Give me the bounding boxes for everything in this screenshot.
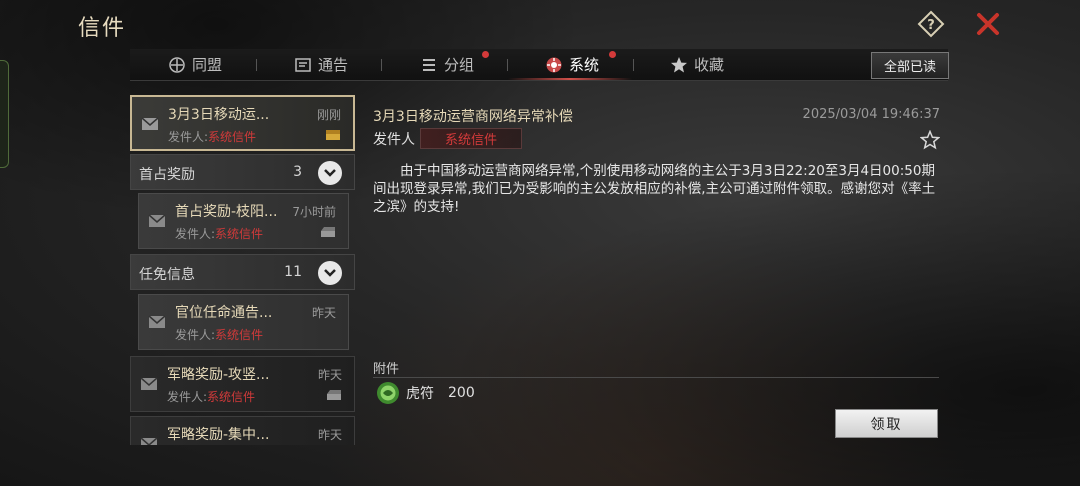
tab-divider [256, 59, 257, 71]
tab-label: 系统 [569, 56, 600, 74]
mail-item[interactable]: 军略奖励-集中... 昨天 [130, 416, 355, 445]
mail-sender: 发件人:系统信件 [167, 390, 256, 404]
chevron-down-icon[interactable] [318, 261, 342, 285]
tab-group[interactable]: 分组 [420, 49, 489, 80]
mail-time: 昨天 [317, 428, 342, 442]
tab-bar: 同盟 通告 分组 系统 收藏 [130, 49, 948, 81]
envelope-icon [141, 117, 159, 130]
mail-sender: 发件人:系统信件 [175, 328, 264, 342]
group-label: 首占奖励 [139, 167, 195, 183]
group-label: 任免信息 [139, 267, 195, 283]
tab-label: 同盟 [192, 56, 223, 74]
attachment-divider [373, 377, 939, 378]
close-button[interactable] [974, 10, 1002, 38]
alliance-emblem-icon [168, 56, 186, 74]
attachment-label: 附件 [373, 362, 400, 377]
tab-divider [381, 59, 382, 71]
opened-chest-icon [321, 227, 335, 237]
detail-subject: 3月3日移动运营商网络异常补偿 [373, 109, 573, 125]
mail-group-header[interactable]: 首占奖励 3 [130, 154, 355, 190]
tiger-tally-gem-icon [377, 382, 399, 404]
group-count: 3 [293, 164, 302, 180]
mail-group-header[interactable]: 任免信息 11 [130, 254, 355, 290]
notification-dot [609, 51, 616, 58]
group-count: 11 [284, 264, 302, 280]
question-diamond-icon: ? [917, 10, 945, 38]
detail-sender: 系统信件 [420, 128, 522, 149]
help-button[interactable]: ? [917, 10, 945, 38]
star-icon [670, 56, 688, 74]
mail-item[interactable]: 首占奖励-枝阳... 7小时前 发件人:系统信件 [138, 193, 349, 249]
attachment-quantity: 200 [448, 385, 475, 401]
envelope-icon [148, 315, 166, 328]
tab-divider [633, 59, 634, 71]
read-all-button[interactable]: 全部已读 [871, 52, 949, 79]
detail-body: 由于中国移动运营商网络异常,个别使用移动网络的主公于3月3日22:20至3月4日… [373, 163, 936, 215]
mail-time: 昨天 [317, 368, 342, 382]
notice-board-icon [294, 56, 312, 74]
side-drawer-handle[interactable] [0, 60, 9, 168]
tab-label: 收藏 [694, 56, 725, 74]
detail-timestamp: 2025/03/04 19:46:37 [802, 107, 940, 122]
favorite-star-icon[interactable] [920, 130, 940, 150]
tab-system[interactable]: 系统 [545, 49, 616, 80]
envelope-icon [148, 214, 166, 227]
mail-item[interactable]: 3月3日移动运... 刚刚 发件人:系统信件 [130, 95, 355, 151]
opened-chest-icon [327, 390, 341, 400]
tab-alliance[interactable]: 同盟 [168, 49, 222, 80]
claim-button[interactable]: 领取 [835, 409, 938, 438]
mail-detail-panel: 3月3日移动运营商网络异常补偿 2025/03/04 19:46:37 发件人 … [362, 95, 948, 445]
mail-subject: 首占奖励-枝阳... [175, 204, 278, 220]
mail-sender: 发件人:系统信件 [168, 130, 257, 144]
tab-favorites[interactable]: 收藏 [670, 49, 724, 80]
mail-subject: 官位任命通告... [175, 305, 273, 321]
mail-time: 7小时前 [292, 205, 336, 219]
treasure-chest-icon [326, 130, 340, 140]
mail-time: 刚刚 [316, 108, 341, 122]
tab-notice[interactable]: 通告 [294, 49, 348, 80]
attachment-item[interactable]: 虎符 200 [376, 381, 475, 405]
detail-sender-label: 发件人 [373, 132, 415, 148]
system-gear-icon [545, 56, 563, 74]
tab-divider [507, 59, 508, 71]
mail-subject: 军略奖励-集中... [167, 427, 270, 443]
mail-subject: 军略奖励-攻竖... [167, 367, 270, 383]
attachment-name: 虎符 [406, 386, 434, 402]
list-icon [420, 56, 438, 74]
mail-sender: 发件人:系统信件 [175, 227, 264, 241]
window-title: 信件 [78, 16, 127, 41]
chevron-down-icon[interactable] [318, 161, 342, 185]
svg-text:?: ? [927, 18, 935, 33]
mail-time: 昨天 [311, 306, 336, 320]
tab-label: 分组 [444, 56, 475, 74]
mail-list[interactable]: 3月3日移动运... 刚刚 发件人:系统信件 首占奖励 3 首占奖励-枝阳...… [130, 95, 355, 445]
mail-subject: 3月3日移动运... [168, 107, 270, 123]
close-x-icon [977, 13, 999, 35]
mail-item[interactable]: 官位任命通告... 昨天 发件人:系统信件 [138, 294, 349, 350]
envelope-icon [140, 437, 158, 445]
tab-label: 通告 [318, 56, 349, 74]
mail-item[interactable]: 军略奖励-攻竖... 昨天 发件人:系统信件 [130, 356, 355, 412]
envelope-icon [140, 377, 158, 390]
notification-dot [482, 51, 489, 58]
